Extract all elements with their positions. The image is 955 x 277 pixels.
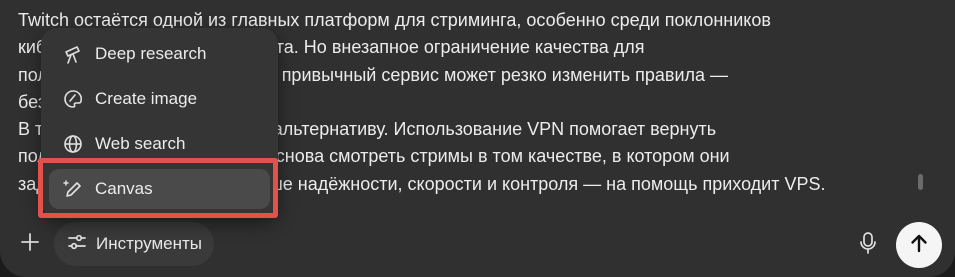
menu-item-web-search[interactable]: Web search (49, 124, 270, 164)
pencil-sparkle-icon (61, 177, 85, 201)
menu-item-label: Deep research (95, 44, 207, 63)
menu-item-deep-research[interactable]: Deep research (49, 34, 270, 74)
tools-button-label: Инструменты (96, 234, 203, 253)
tools-menu: Deep research Create image Web search Ca… (41, 28, 278, 218)
arrow-up-icon (908, 232, 930, 259)
tools-button[interactable]: Инструменты (54, 222, 214, 266)
microphone-button[interactable] (852, 226, 884, 264)
menu-item-label: Canvas (95, 179, 153, 198)
menu-item-label: Create image (95, 89, 198, 108)
menu-item-create-image[interactable]: Create image (49, 79, 270, 119)
image-palette-icon (61, 87, 85, 111)
menu-item-label: Web search (95, 134, 186, 153)
globe-icon (61, 132, 85, 156)
send-button[interactable] (896, 222, 942, 268)
scrollbar[interactable] (918, 174, 923, 190)
composer-toolbar: Инструменты (0, 222, 955, 268)
sliders-icon (66, 231, 88, 258)
microphone-icon (858, 231, 878, 260)
menu-item-canvas[interactable]: Canvas (49, 169, 270, 209)
plus-icon (20, 232, 40, 257)
add-attachment-button[interactable] (14, 224, 46, 264)
chat-composer: Twitch остаётся одной из главных платфор… (0, 0, 955, 277)
telescope-icon (61, 42, 85, 66)
